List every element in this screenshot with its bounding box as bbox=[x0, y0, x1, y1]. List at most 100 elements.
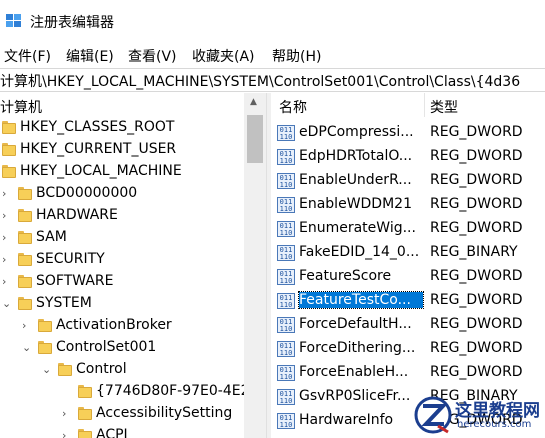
value-row[interactable]: 011 110 ForceEnableH... REG_DWORD bbox=[271, 361, 545, 385]
binary-value-icon: 011 110 bbox=[277, 317, 295, 333]
value-row[interactable]: 011 110 ForceDefaultH... REG_DWORD bbox=[271, 313, 545, 337]
z-logo-icon bbox=[414, 396, 452, 434]
tree-scrollbar-thumb[interactable] bbox=[247, 115, 263, 163]
tree-item[interactable]: › SOFTWARE bbox=[0, 271, 266, 293]
menu-edit[interactable]: 编辑(E) bbox=[66, 46, 114, 66]
binary-value-icon: 011 110 bbox=[277, 125, 295, 141]
chevron-right-icon[interactable]: › bbox=[2, 187, 6, 200]
value-type: REG_DWORD bbox=[430, 316, 523, 332]
column-header-type[interactable]: 类型 bbox=[430, 93, 545, 117]
binary-value-icon: 011 110 bbox=[277, 149, 295, 165]
folder-icon bbox=[78, 385, 92, 398]
tree-item[interactable]: HKEY_CURRENT_USER bbox=[0, 139, 266, 161]
tree-item[interactable]: 计算机 bbox=[0, 95, 266, 117]
tree-item[interactable]: › SECURITY bbox=[0, 249, 266, 271]
tree-item-label: SECURITY bbox=[36, 251, 105, 267]
chevron-right-icon[interactable]: › bbox=[2, 253, 6, 266]
watermark-title: 这里教程网 bbox=[455, 401, 540, 421]
chevron-down-icon[interactable]: ⌄ bbox=[22, 341, 31, 354]
value-row[interactable]: 011 110 EdpHDRTotalO... REG_DWORD bbox=[271, 145, 545, 169]
address-path[interactable]: 计算机\HKEY_LOCAL_MACHINE\SYSTEM\ControlSet… bbox=[0, 71, 520, 91]
value-row[interactable]: 011 110 EnumerateWig... REG_DWORD bbox=[271, 217, 545, 241]
tree-item-label: ControlSet001 bbox=[56, 339, 157, 355]
tree-item[interactable]: › BCD00000000 bbox=[0, 183, 266, 205]
tree-pane[interactable]: 计算机 HKEY_CLASSES_ROOT HKEY_CURRENT_USER HKE… bbox=[0, 93, 266, 438]
menu-bar: 文件(F) 编辑(E) 查看(V) 收藏夹(A) 帮助(H) bbox=[0, 42, 545, 68]
tree-item[interactable]: ⌄ SYSTEM bbox=[0, 293, 266, 315]
binary-value-icon: 011 110 bbox=[277, 173, 295, 189]
chevron-right-icon[interactable]: › bbox=[2, 275, 6, 288]
menu-view[interactable]: 查看(V) bbox=[128, 46, 177, 66]
watermark: 这里教程网 herecours.com bbox=[410, 392, 545, 438]
tree-item[interactable]: ⌄ Control bbox=[0, 359, 266, 381]
value-type: REG_DWORD bbox=[430, 220, 523, 236]
value-name: EnumerateWig... bbox=[299, 220, 416, 236]
value-row[interactable]: 011 110 eDPCompressi... REG_DWORD bbox=[271, 121, 545, 145]
menu-help[interactable]: 帮助(H) bbox=[272, 46, 321, 66]
tree-item-label: 计算机 bbox=[0, 100, 42, 116]
chevron-down-icon[interactable]: ⌄ bbox=[42, 363, 51, 376]
value-row[interactable]: 011 110 EnableUnderR... REG_DWORD bbox=[271, 169, 545, 193]
tree-item-label: HKEY_CLASSES_ROOT bbox=[20, 119, 175, 135]
column-header-name[interactable]: 名称 bbox=[279, 93, 425, 117]
tree-item[interactable]: HKEY_LOCAL_MACHINE bbox=[0, 161, 266, 183]
tree-item[interactable]: › AccessibilitySetting bbox=[0, 403, 266, 425]
tree-item[interactable]: › ACPI bbox=[0, 425, 266, 438]
scroll-up-arrow-icon[interactable]: ▲ bbox=[250, 97, 257, 107]
tree-scrollbar[interactable]: ▲ bbox=[244, 93, 266, 438]
watermark-url: herecours.com bbox=[457, 419, 532, 430]
value-type: REG_BINARY bbox=[430, 244, 518, 260]
address-bar[interactable]: 计算机\HKEY_LOCAL_MACHINE\SYSTEM\ControlSet… bbox=[0, 68, 545, 92]
binary-value-icon: 011 110 bbox=[277, 269, 295, 285]
value-name: EdpHDRTotalO... bbox=[299, 148, 413, 164]
value-name: EnableUnderR... bbox=[299, 172, 412, 188]
chevron-right-icon[interactable]: › bbox=[62, 429, 66, 438]
value-row[interactable]: 011 110 FeatureScore REG_DWORD bbox=[271, 265, 545, 289]
folder-icon bbox=[78, 407, 92, 420]
value-type: REG_DWORD bbox=[430, 268, 523, 284]
binary-value-icon: 011 110 bbox=[277, 341, 295, 357]
value-row[interactable]: 011 110 EnableWDDM21 REG_DWORD bbox=[271, 193, 545, 217]
value-row[interactable]: 011 110 FeatureTestCo... REG_DWORD bbox=[271, 289, 545, 313]
tree-item[interactable]: › SAM bbox=[0, 227, 266, 249]
folder-icon bbox=[2, 143, 16, 156]
folder-icon bbox=[18, 253, 32, 266]
value-name: FakeEDID_14_0... bbox=[299, 244, 420, 260]
binary-value-icon: 011 110 bbox=[277, 293, 295, 309]
tree-item-label: Control bbox=[76, 361, 127, 377]
folder-icon bbox=[38, 319, 52, 332]
binary-value-icon: 011 110 bbox=[277, 413, 295, 429]
tree-item[interactable]: {7746D80F-97E0-4E26 bbox=[0, 381, 266, 403]
value-type: REG_DWORD bbox=[430, 196, 523, 212]
value-row[interactable]: 011 110 ForceDithering... REG_DWORD bbox=[271, 337, 545, 361]
tree-item[interactable]: › HARDWARE bbox=[0, 205, 266, 227]
tree-item[interactable]: › ActivationBroker bbox=[0, 315, 266, 337]
value-type: REG_DWORD bbox=[430, 340, 523, 356]
tree-item-label: BCD00000000 bbox=[36, 185, 138, 201]
value-type: REG_DWORD bbox=[430, 292, 523, 308]
chevron-right-icon[interactable]: › bbox=[2, 231, 6, 244]
tree-item-label: SYSTEM bbox=[36, 295, 92, 311]
tree-item[interactable]: HKEY_CLASSES_ROOT bbox=[0, 117, 266, 139]
chevron-right-icon[interactable]: › bbox=[2, 209, 6, 222]
values-list[interactable]: 名称 类型 011 110 eDPCompressi... REG_DWORD 011 1… bbox=[271, 93, 545, 438]
chevron-right-icon[interactable]: › bbox=[22, 319, 26, 332]
value-name: HardwareInfo bbox=[299, 412, 394, 428]
title-bar: 注册表编辑器 bbox=[0, 0, 545, 42]
value-type: REG_DWORD bbox=[430, 124, 523, 140]
value-type: REG_DWORD bbox=[430, 172, 523, 188]
column-separator[interactable] bbox=[424, 93, 425, 117]
value-type: REG_DWORD bbox=[430, 364, 523, 380]
chevron-down-icon[interactable]: ⌄ bbox=[2, 297, 11, 310]
value-name: ForceEnableH... bbox=[299, 364, 409, 380]
chevron-right-icon[interactable]: › bbox=[62, 407, 66, 420]
value-name: ForceDithering... bbox=[299, 340, 416, 356]
menu-file[interactable]: 文件(F) bbox=[4, 46, 51, 66]
value-name: ForceDefaultH... bbox=[299, 316, 412, 332]
tree-item[interactable]: ⌄ ControlSet001 bbox=[0, 337, 266, 359]
value-name: EnableWDDM21 bbox=[299, 196, 412, 212]
value-name: eDPCompressi... bbox=[299, 124, 414, 140]
menu-favorites[interactable]: 收藏夹(A) bbox=[192, 46, 255, 66]
tree-item-label: {7746D80F-97E0-4E26 bbox=[96, 383, 259, 399]
value-row[interactable]: 011 110 FakeEDID_14_0... REG_BINARY bbox=[271, 241, 545, 265]
